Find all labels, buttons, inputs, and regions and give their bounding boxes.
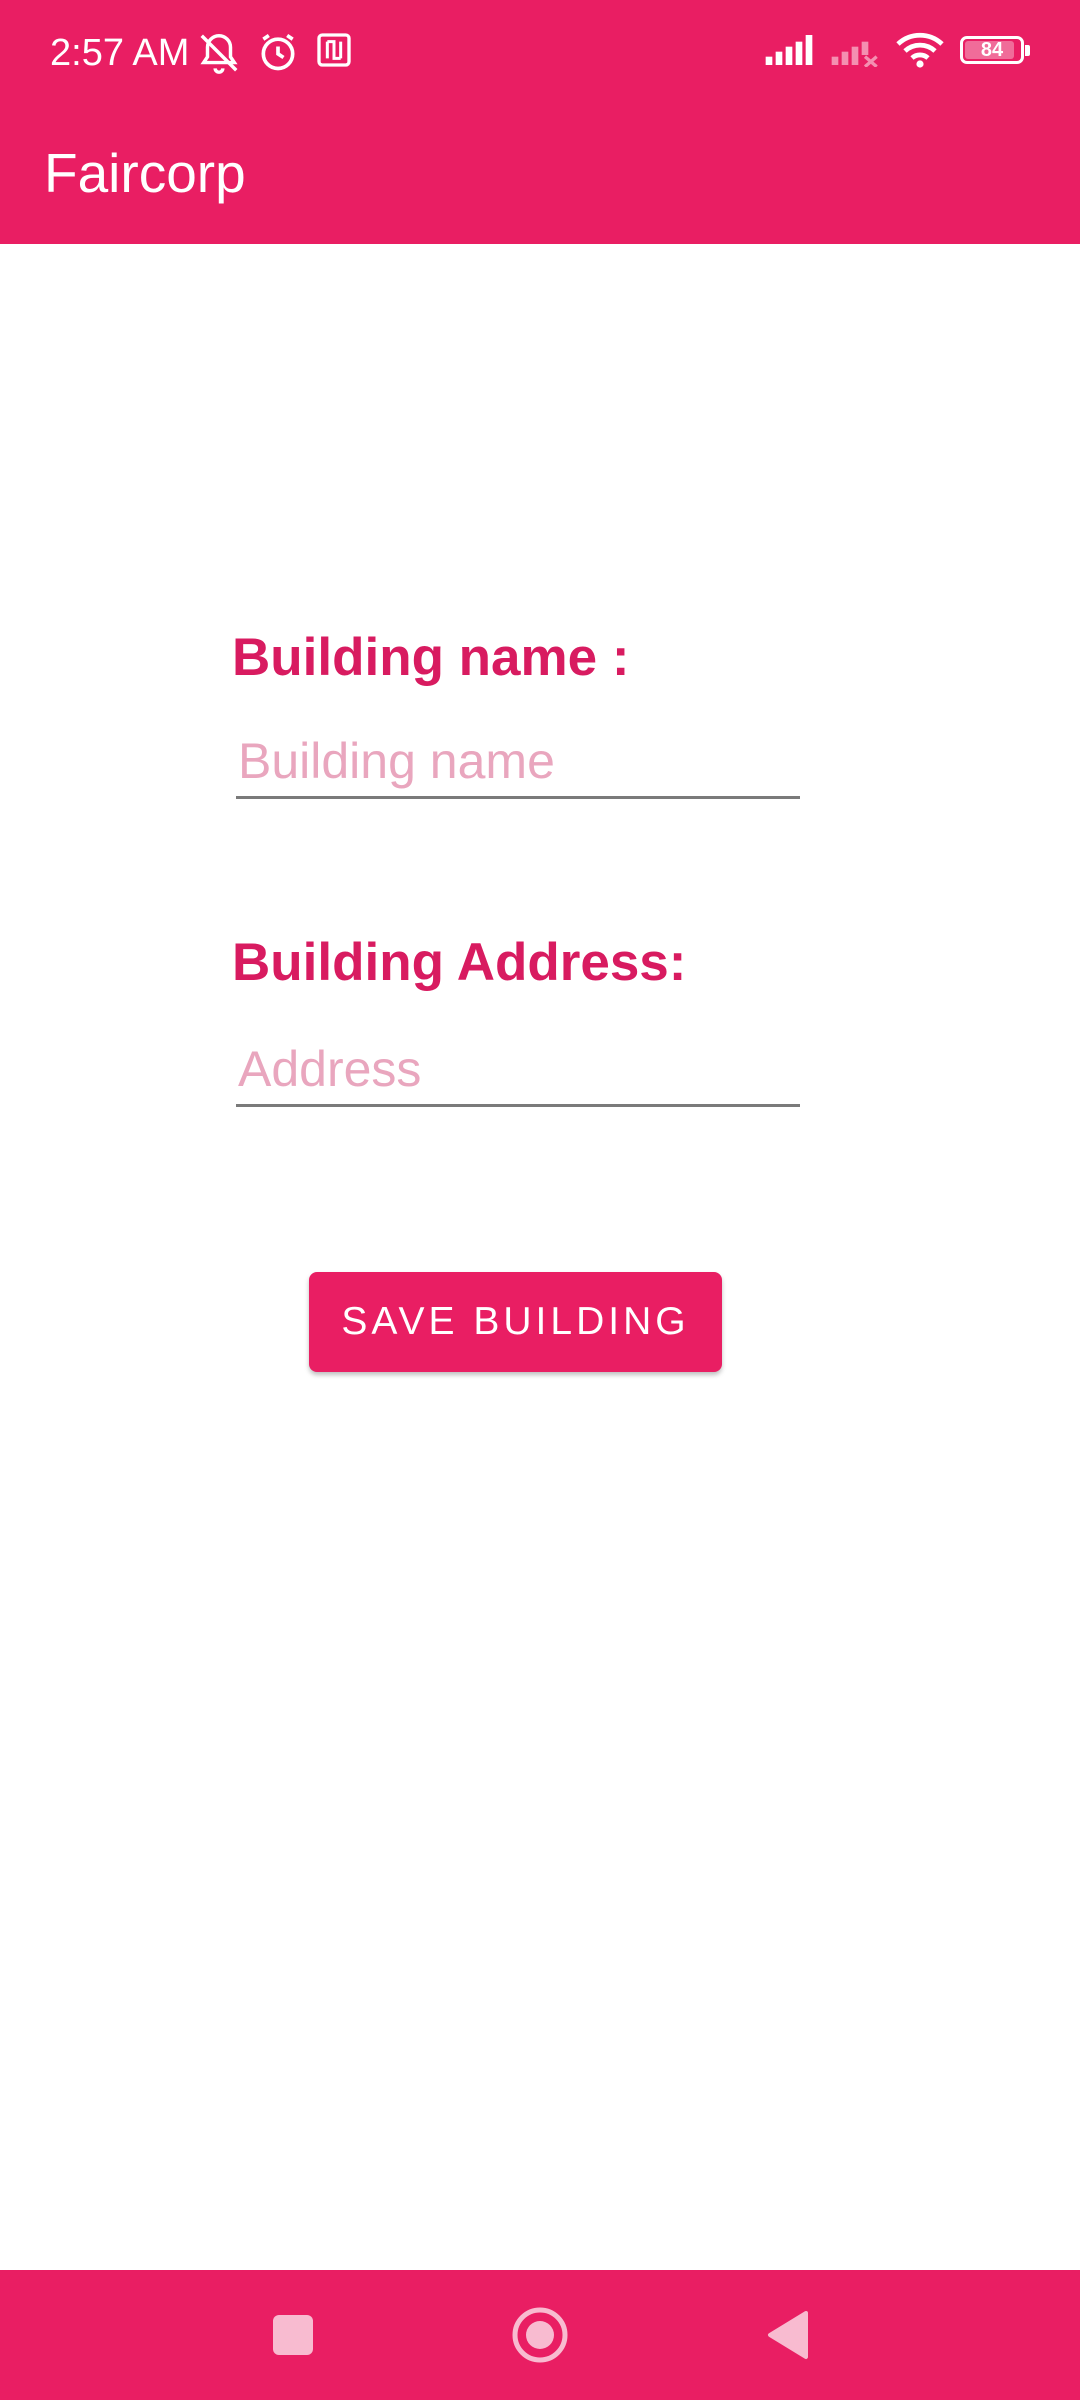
app-bar: Faircorp bbox=[0, 108, 1080, 244]
building-name-input[interactable] bbox=[236, 726, 800, 799]
building-address-input[interactable] bbox=[236, 1034, 800, 1107]
back-button[interactable] bbox=[754, 2302, 820, 2368]
nfc-icon bbox=[317, 33, 351, 67]
home-circle-icon bbox=[512, 2307, 568, 2363]
status-time: 2:57 AM bbox=[50, 32, 190, 74]
battery-icon: 84 bbox=[960, 36, 1030, 64]
battery-level: 84 bbox=[980, 39, 1004, 61]
recents-button[interactable] bbox=[260, 2302, 326, 2368]
alarm-icon bbox=[261, 33, 295, 71]
building-address-label: Building Address: bbox=[232, 933, 687, 992]
status-right-icons: 84 bbox=[764, 32, 1030, 68]
recents-square-icon bbox=[273, 2315, 313, 2355]
wifi-icon bbox=[896, 32, 944, 68]
back-triangle-icon bbox=[768, 2311, 808, 2359]
muted-bell-icon bbox=[200, 34, 238, 74]
building-name-label: Building name : bbox=[232, 628, 630, 687]
home-button[interactable] bbox=[507, 2302, 573, 2368]
signal-off-icon bbox=[831, 41, 878, 67]
save-building-button[interactable]: SAVE BUILDING bbox=[309, 1272, 722, 1372]
status-bar: 2:57 AM 84 bbox=[0, 0, 1080, 108]
signal-icon bbox=[765, 35, 813, 65]
app-title: Faircorp bbox=[44, 142, 246, 204]
navigation-bar bbox=[0, 2270, 1080, 2400]
status-left-icons bbox=[196, 30, 354, 76]
